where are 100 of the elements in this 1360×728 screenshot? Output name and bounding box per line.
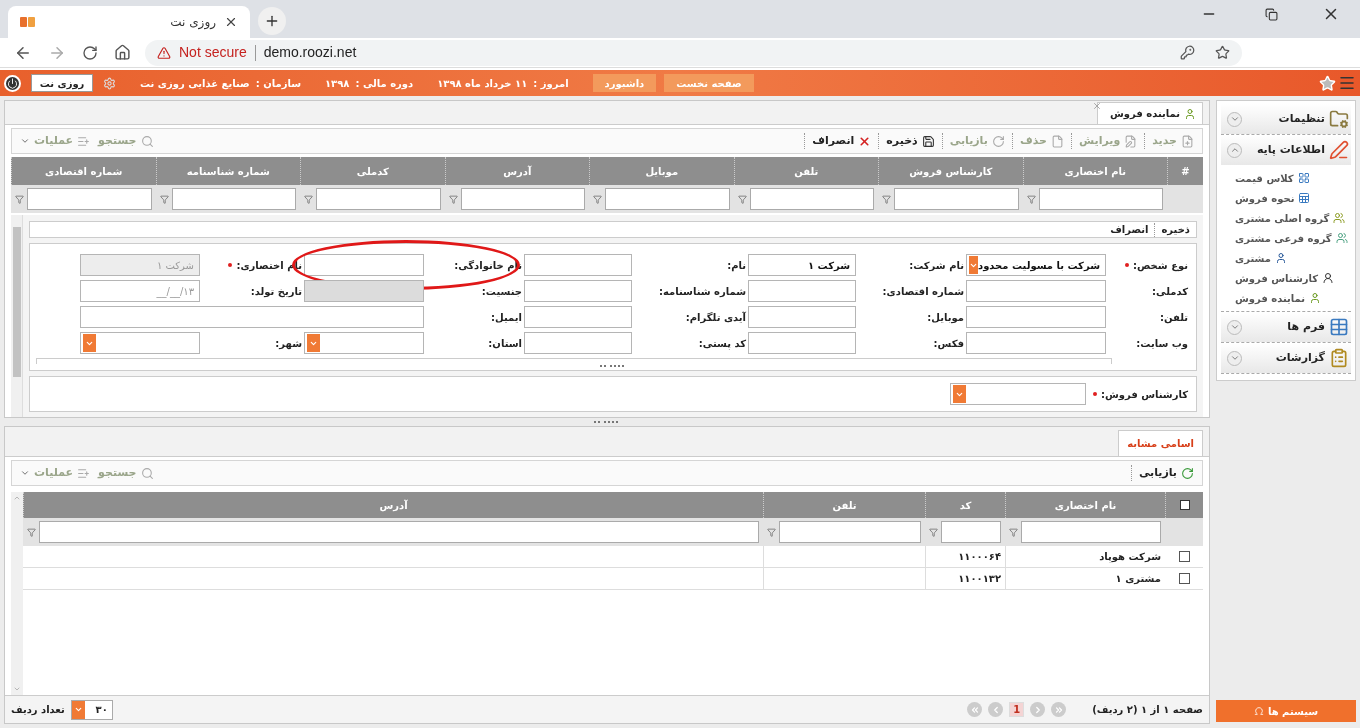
user-button[interactable]: روزی نت [31, 74, 93, 92]
expand-toggle[interactable] [1227, 319, 1242, 335]
toolbar-button[interactable]: انصراف [808, 131, 876, 151]
filter-field[interactable] [460, 188, 585, 210]
systems-button[interactable]: سیستم ها [1216, 700, 1356, 722]
dropdown-field[interactable]: شرکت با مسولیت محدود [966, 254, 1106, 276]
input-field[interactable] [748, 306, 856, 328]
expand-toggle[interactable] [1227, 142, 1242, 158]
page-tab[interactable]: نماینده فروش [1097, 102, 1203, 124]
info-label: امروز : [533, 76, 569, 91]
date-field[interactable]: __/__/۱۳ [80, 280, 200, 302]
home-icon[interactable] [114, 44, 131, 61]
chevron-up-icon [1229, 145, 1240, 155]
checkbox[interactable] [1178, 573, 1190, 584]
page-number[interactable]: 1 [1009, 702, 1025, 717]
favorites-icon[interactable] [1319, 74, 1336, 92]
address-bar[interactable]: Not secure demo.roozi.net [145, 39, 1242, 66]
dropdown-button[interactable] [953, 385, 966, 403]
bookmark-icon[interactable] [1215, 45, 1230, 60]
expand-toggle[interactable] [1227, 111, 1242, 127]
filter-field[interactable] [171, 188, 296, 210]
nav-button[interactable]: داشبورد [592, 74, 657, 92]
settings-icon[interactable] [103, 76, 116, 90]
input-field[interactable] [966, 280, 1106, 302]
pager-button[interactable] [988, 702, 1004, 717]
restore-icon[interactable] [1265, 7, 1278, 21]
refresh-icon [991, 134, 1005, 148]
input-field[interactable] [524, 332, 632, 354]
input-field[interactable] [80, 306, 424, 328]
input-field[interactable] [524, 254, 632, 276]
similar-tab[interactable]: اسامی مشابه [1118, 430, 1203, 456]
sidebar-item[interactable]: کارشناس فروش [1221, 269, 1335, 287]
pager-button[interactable] [1051, 702, 1067, 717]
checkbox[interactable] [1178, 551, 1190, 562]
input-field[interactable] [524, 306, 632, 328]
sidebar-item[interactable]: گروه اصلی مشتری [1221, 209, 1346, 227]
pager-button[interactable] [1030, 702, 1046, 717]
menu-icon[interactable] [1338, 74, 1356, 92]
scroll-up-icon[interactable] [13, 494, 21, 502]
clipboard-icon [1329, 348, 1349, 368]
dropdown-field[interactable] [950, 383, 1086, 405]
sidebar-item[interactable]: گروه فرعی مشتری [1221, 229, 1348, 247]
rows-per-page-dropdown[interactable]: ۳۰ [70, 699, 113, 720]
field-label: شماره اقتصادی: [882, 284, 964, 299]
filter-field[interactable] [749, 188, 874, 210]
toolbar-button[interactable]: بازیابی [1134, 463, 1198, 483]
dropdown-field[interactable] [304, 332, 424, 354]
sidebar-item[interactable]: مشتری [1221, 249, 1287, 267]
form-action-button[interactable]: انصراف [1110, 222, 1149, 237]
chevron-icon [1053, 704, 1064, 715]
expand-toggle[interactable] [1227, 350, 1242, 366]
field-label: نوع شخص: [1124, 257, 1188, 273]
filter-field[interactable] [1038, 188, 1163, 210]
input-field[interactable] [748, 280, 856, 302]
filter-field[interactable] [779, 521, 921, 543]
scrollbar[interactable] [11, 492, 23, 695]
key-icon[interactable] [1180, 45, 1195, 60]
pager-button[interactable] [967, 702, 983, 717]
dropdown-field[interactable] [80, 332, 200, 354]
browser-tab[interactable]: روزی نت [8, 6, 250, 38]
dropdown-button[interactable] [969, 256, 978, 274]
dropdown-button[interactable] [307, 334, 320, 352]
input-field[interactable]: شرکت ۱ [748, 254, 856, 276]
sidebar-item[interactable]: نحوه فروش [1221, 189, 1311, 207]
input-field[interactable] [304, 254, 424, 276]
nav-button[interactable]: صفحه نخست [664, 74, 754, 92]
scroll-down-icon[interactable] [13, 685, 21, 693]
toolbar-button[interactable]: ذخیره [882, 131, 939, 151]
filter-field[interactable] [39, 521, 759, 543]
reload-icon[interactable] [82, 44, 98, 61]
filter-field[interactable] [941, 521, 1001, 543]
filter-field[interactable] [605, 188, 730, 210]
filter-icon [882, 194, 891, 204]
checkbox[interactable] [1179, 500, 1190, 510]
input-field[interactable] [966, 306, 1106, 328]
filter-field[interactable] [316, 188, 441, 210]
filter-field[interactable] [1021, 521, 1161, 543]
input-field[interactable] [748, 332, 856, 354]
input-field[interactable] [524, 280, 632, 302]
user-icon [1184, 107, 1196, 120]
pen-icon [1329, 140, 1349, 160]
sidebar-item[interactable]: کلاس قیمت [1221, 169, 1310, 187]
edit-file-icon [1124, 134, 1138, 148]
site-logo-icon [20, 16, 36, 28]
user-icon [1274, 252, 1287, 264]
sidebar-item[interactable]: نماینده فروش [1221, 289, 1321, 307]
table-cell: ۱۱۰۰۱۳۲ [925, 568, 1005, 589]
dropdown-button[interactable] [83, 334, 96, 352]
users-icon [1335, 232, 1348, 244]
input-field[interactable] [966, 332, 1106, 354]
scrollbar[interactable] [11, 215, 23, 417]
field-label: ایمیل: [491, 310, 522, 325]
filter-field[interactable] [894, 188, 1019, 210]
filter-field[interactable] [27, 188, 152, 210]
close-icon[interactable] [224, 15, 238, 29]
info-label: دوره مالی : [355, 76, 414, 91]
power-icon[interactable] [4, 74, 21, 92]
new-tab-button[interactable] [258, 7, 286, 35]
form-action-button[interactable]: ذخیره [1161, 222, 1190, 237]
users-icon [1333, 212, 1346, 224]
